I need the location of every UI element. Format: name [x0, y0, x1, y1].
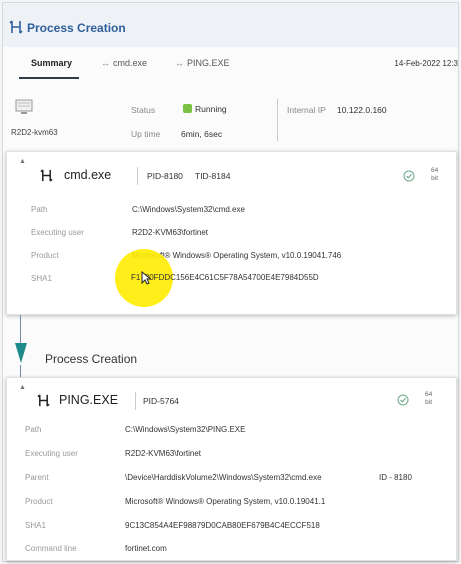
path-label: Path: [31, 205, 48, 214]
bits-value: 64: [425, 391, 433, 398]
command-line-label: Command line: [25, 544, 77, 553]
path-value: C:\Windows\System32\cmd.exe: [132, 205, 245, 214]
parent-id: ID - 8180: [379, 473, 412, 482]
process-creation-panel: Process Creation Summary ↔ cmd.exe ↔ PING.…: [2, 2, 459, 562]
path-value: C:\Windows\System32\PING.EXE: [125, 425, 246, 434]
product-label: Product: [31, 251, 59, 260]
process-tree-icon: [40, 169, 53, 182]
status-value: Running: [183, 104, 227, 114]
process-tid: TID-8184: [195, 171, 231, 181]
bits-unit: bit: [425, 399, 433, 406]
process-card-ping[interactable]: ▲ PING.EXE PID-5764 64 bit Path C:\Window…: [6, 377, 457, 561]
executing-user-value: R2D2-KVM63\fortinet: [132, 228, 209, 237]
executing-user-label: Executing user: [25, 449, 78, 458]
sha1-value: 9C13C854A4EF98879D0CAB80EF679B4C4ECCF518: [125, 521, 320, 530]
parent-label: Parent: [25, 473, 49, 482]
exchange-arrow-icon: ↔: [175, 58, 184, 68]
divider: [277, 99, 278, 141]
down-arrow-icon: [15, 343, 27, 363]
connector-title: Process Creation: [45, 352, 138, 366]
executing-user-value: R2D2-KVM63\fortinet: [125, 449, 202, 458]
collapse-triangle-icon[interactable]: ▲: [19, 158, 26, 165]
process-tree-icon: [9, 20, 23, 34]
status-indicator: [183, 104, 192, 113]
tab-ping-exe-label: PING.EXE: [187, 58, 230, 68]
path-label: Path: [25, 425, 42, 434]
process-name: PING.EXE: [59, 393, 119, 407]
mouse-pointer-icon: [141, 271, 151, 285]
process-pid: PID-5764: [143, 396, 179, 406]
command-line-value: fortinet.com: [125, 544, 167, 553]
tab-cmd-exe[interactable]: ↔ cmd.exe: [101, 58, 147, 68]
active-tab-indicator: [19, 77, 79, 79]
bits-unit: bit: [431, 175, 439, 182]
product-label: Product: [25, 497, 53, 506]
divider: [135, 392, 136, 410]
status-label: Status: [131, 105, 156, 115]
computer-icon: [15, 99, 33, 114]
product-value: Microsoft® Windows® Operating System, v1…: [125, 497, 326, 506]
executing-user-label: Executing user: [31, 228, 84, 237]
internal-ip-value: 10.122.0.160: [337, 105, 387, 115]
bits-value: 64: [431, 167, 439, 174]
check-circle-icon: [397, 394, 409, 406]
exchange-arrow-icon: ↔: [101, 58, 110, 68]
host-name: R2D2-kvm63: [11, 128, 58, 137]
parent-value: \Device\HarddiskVolume2\Windows\System32…: [125, 473, 322, 482]
sha1-label: SHA1: [31, 274, 52, 283]
sha1-label: SHA1: [25, 521, 46, 530]
process-pid: PID-8180: [147, 171, 183, 181]
host-summary: R2D2-kvm63 Status Running Up time 6min, …: [3, 95, 458, 145]
process-tree-icon: [37, 394, 50, 407]
sha1-value: F1 80FDDC156E4C61C5F78A54700E4E7984D55D: [131, 273, 319, 282]
panel-header: Process Creation: [3, 3, 458, 47]
architecture-badge: 64 bit: [425, 391, 432, 407]
divider: [137, 167, 138, 185]
collapse-triangle-icon[interactable]: ▲: [19, 384, 26, 391]
process-name: cmd.exe: [64, 168, 112, 182]
check-circle-icon: [403, 170, 415, 182]
tab-bar: Summary ↔ cmd.exe ↔ PING.EXE: [3, 49, 458, 79]
architecture-badge: 64 bit: [431, 167, 438, 183]
tab-summary[interactable]: Summary: [31, 58, 72, 68]
status-text: Running: [195, 104, 227, 114]
internal-ip-label: Internal IP: [287, 105, 326, 115]
tab-cmd-exe-label: cmd.exe: [113, 58, 148, 68]
uptime-label: Up time: [131, 129, 161, 139]
process-card-cmd[interactable]: ▲ cmd.exe PID-8180 TID-8184 64 bit Path C…: [6, 151, 457, 315]
event-date: 14-Feb-2022 12:3: [394, 59, 458, 68]
page-title: Process Creation: [27, 21, 126, 35]
uptime-value: 6min, 6sec: [181, 129, 223, 139]
tab-summary-label: Summary: [31, 58, 73, 68]
tab-ping-exe[interactable]: ↔ PING.EXE: [175, 58, 230, 68]
